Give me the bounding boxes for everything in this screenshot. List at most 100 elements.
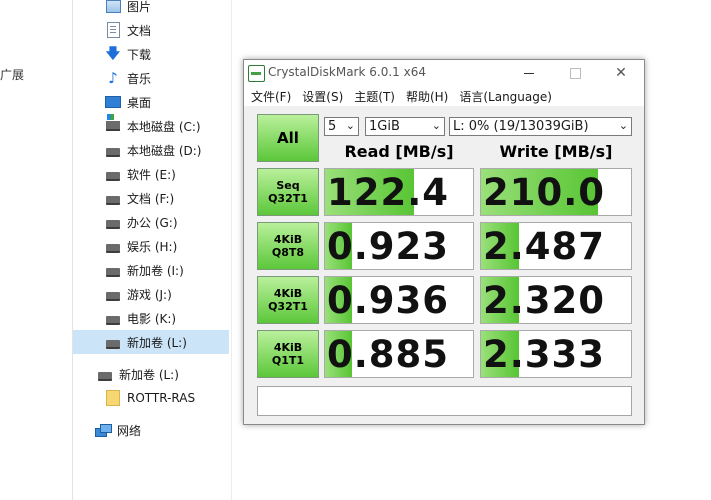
test-label-line1: Seq — [276, 179, 300, 192]
nav-item-drive-g[interactable]: 办公 (G:) — [105, 210, 178, 234]
drive-icon — [105, 214, 121, 230]
nav-item-network[interactable]: 网络 — [95, 418, 141, 442]
test-label-line1: 4KiB — [273, 341, 303, 354]
system-drive-icon — [105, 114, 121, 134]
drive-icon — [105, 166, 121, 182]
nav-item-label: 电影 (K:) — [127, 311, 177, 326]
write-result-value: 2.320 — [483, 279, 606, 322]
seq-q32t1-button[interactable]: Seq Q32T1 — [257, 168, 319, 216]
navigation-pane: 图片 文档 🡇 下载 ♪ 音乐 桌面 本地磁盘 (C:) 本地磁盘 (D:) 软… — [73, 0, 232, 500]
read-result-value: 122.4 — [327, 171, 450, 214]
menu-file[interactable]: 文件(F) — [251, 88, 291, 105]
write-result-value: 2.333 — [483, 333, 606, 376]
nav-item-label: 本地磁盘 (C:) — [127, 119, 201, 134]
desktop-icon — [105, 94, 121, 110]
nav-item-downloads[interactable]: 🡇 下载 — [105, 42, 151, 66]
nav-item-label: ROTTR-RAS — [127, 391, 196, 405]
drive-select[interactable]: L: 0% (19/13039GiB) ⌄ — [449, 117, 632, 136]
nav-item-drive-j[interactable]: 游戏 (J:) — [105, 282, 172, 306]
nav-item-documents[interactable]: 文档 — [105, 18, 151, 42]
nav-item-drive-l-selected[interactable]: 新加卷 (L:) — [73, 330, 229, 354]
comment-input[interactable] — [257, 386, 632, 416]
nav-item-rottr-ras[interactable]: ROTTR-RAS — [105, 386, 195, 410]
chevron-down-icon: ⌄ — [345, 119, 355, 132]
read-result-value: 0.885 — [327, 333, 450, 376]
4kib-q32t1-button[interactable]: 4KiB Q32T1 — [257, 276, 319, 324]
nav-item-label: 游戏 (J:) — [127, 287, 172, 302]
menu-bar: 文件(F) 设置(S) 主题(T) 帮助(H) 语言(Language) — [244, 86, 644, 106]
pictures-icon — [105, 0, 121, 14]
nav-item-desktop[interactable]: 桌面 — [105, 90, 151, 114]
nav-item-label: 新加卷 (I:) — [127, 263, 184, 278]
nav-item-label: 新加卷 (L:) — [127, 335, 187, 350]
menu-theme[interactable]: 主题(T) — [354, 88, 395, 105]
nav-item-label: 桌面 — [127, 95, 152, 110]
close-icon: ✕ — [615, 65, 627, 81]
title-bar[interactable]: CrystalDiskMark 6.0.1 x64 ✕ — [244, 60, 644, 86]
music-icon: ♪ — [108, 68, 118, 87]
nav-item-drive-d[interactable]: 本地磁盘 (D:) — [105, 138, 201, 162]
menu-settings[interactable]: 设置(S) — [302, 88, 343, 105]
nav-item-label: 本地磁盘 (D:) — [127, 143, 202, 158]
nav-item-label: 文档 (F:) — [127, 191, 175, 206]
window-title: CrystalDiskMark 6.0.1 x64 — [268, 65, 426, 79]
menu-language[interactable]: 语言(Language) — [459, 88, 552, 105]
chevron-down-icon: ⌄ — [618, 119, 628, 132]
nav-item-drive-k[interactable]: 电影 (K:) — [105, 306, 176, 330]
drive-icon — [105, 238, 121, 254]
test-size-select[interactable]: 1GiB ⌄ — [365, 117, 445, 136]
nav-item-label: 办公 (G:) — [127, 215, 178, 230]
nav-item-label: 软件 (E:) — [127, 167, 176, 182]
nav-item-music[interactable]: ♪ 音乐 — [105, 66, 151, 90]
nav-item-drive-f[interactable]: 文档 (F:) — [105, 186, 174, 210]
download-icon: 🡇 — [105, 46, 121, 62]
nav-item-label: 图片 — [127, 0, 152, 14]
write-result-value: 2.487 — [483, 225, 606, 268]
chevron-down-icon: ⌄ — [431, 119, 441, 132]
run-all-button[interactable]: All — [257, 114, 319, 162]
write-result-cell: 2.487 — [480, 222, 632, 270]
read-result-cell: 0.936 — [324, 276, 474, 324]
truncated-label: 广展 — [0, 68, 25, 82]
drive-icon — [97, 366, 113, 382]
write-column-header: Write [MB/s] — [499, 142, 613, 161]
drive-icon — [105, 262, 121, 278]
close-button[interactable]: ✕ — [598, 60, 644, 86]
write-result-cell: 2.320 — [480, 276, 632, 324]
crystaldiskmark-window: CrystalDiskMark 6.0.1 x64 ✕ 文件(F) 设置(S) … — [243, 59, 645, 425]
test-label-line2: Q8T8 — [271, 246, 305, 259]
nav-item-drive-c[interactable]: 本地磁盘 (C:) — [105, 114, 201, 138]
test-label-line2: Q32T1 — [268, 192, 308, 205]
documents-icon — [105, 22, 121, 38]
nav-item-label: 下载 — [127, 47, 152, 62]
maximize-button[interactable] — [552, 60, 598, 86]
nav-item-drive-i[interactable]: 新加卷 (I:) — [105, 258, 184, 282]
drive-icon — [105, 190, 121, 206]
app-icon — [248, 65, 265, 82]
nav-item-label: 音乐 — [127, 71, 152, 86]
drive-value: L: 0% (19/13039GiB) — [453, 119, 589, 134]
write-result-cell: 210.0 — [480, 168, 632, 216]
test-label-line2: Q1T1 — [271, 354, 305, 367]
nav-item-label: 文档 — [127, 23, 152, 38]
4kib-q8t8-button[interactable]: 4KiB Q8T8 — [257, 222, 319, 270]
minimize-button[interactable] — [506, 60, 552, 86]
nav-item-drive-e[interactable]: 软件 (E:) — [105, 162, 176, 186]
read-result-cell: 122.4 — [324, 168, 474, 216]
menu-help[interactable]: 帮助(H) — [406, 88, 448, 105]
test-label-line1: 4KiB — [273, 287, 303, 300]
test-count-select[interactable]: 5 ⌄ — [324, 117, 359, 136]
drive-icon — [105, 286, 121, 302]
read-result-cell: 0.885 — [324, 330, 474, 378]
nav-item-pictures[interactable]: 图片 — [105, 0, 151, 18]
read-column-header: Read [MB/s] — [344, 142, 454, 161]
4kib-q1t1-button[interactable]: 4KiB Q1T1 — [257, 330, 319, 378]
drive-icon — [105, 334, 121, 350]
write-result-value: 210.0 — [483, 171, 606, 214]
network-icon — [95, 422, 112, 438]
left-edge-pane: 广展 — [0, 0, 73, 500]
read-result-value: 0.936 — [327, 279, 450, 322]
nav-item-drive-h[interactable]: 娱乐 (H:) — [105, 234, 177, 258]
drive-icon — [105, 142, 121, 158]
nav-item-drive-l[interactable]: 新加卷 (L:) — [97, 362, 179, 386]
